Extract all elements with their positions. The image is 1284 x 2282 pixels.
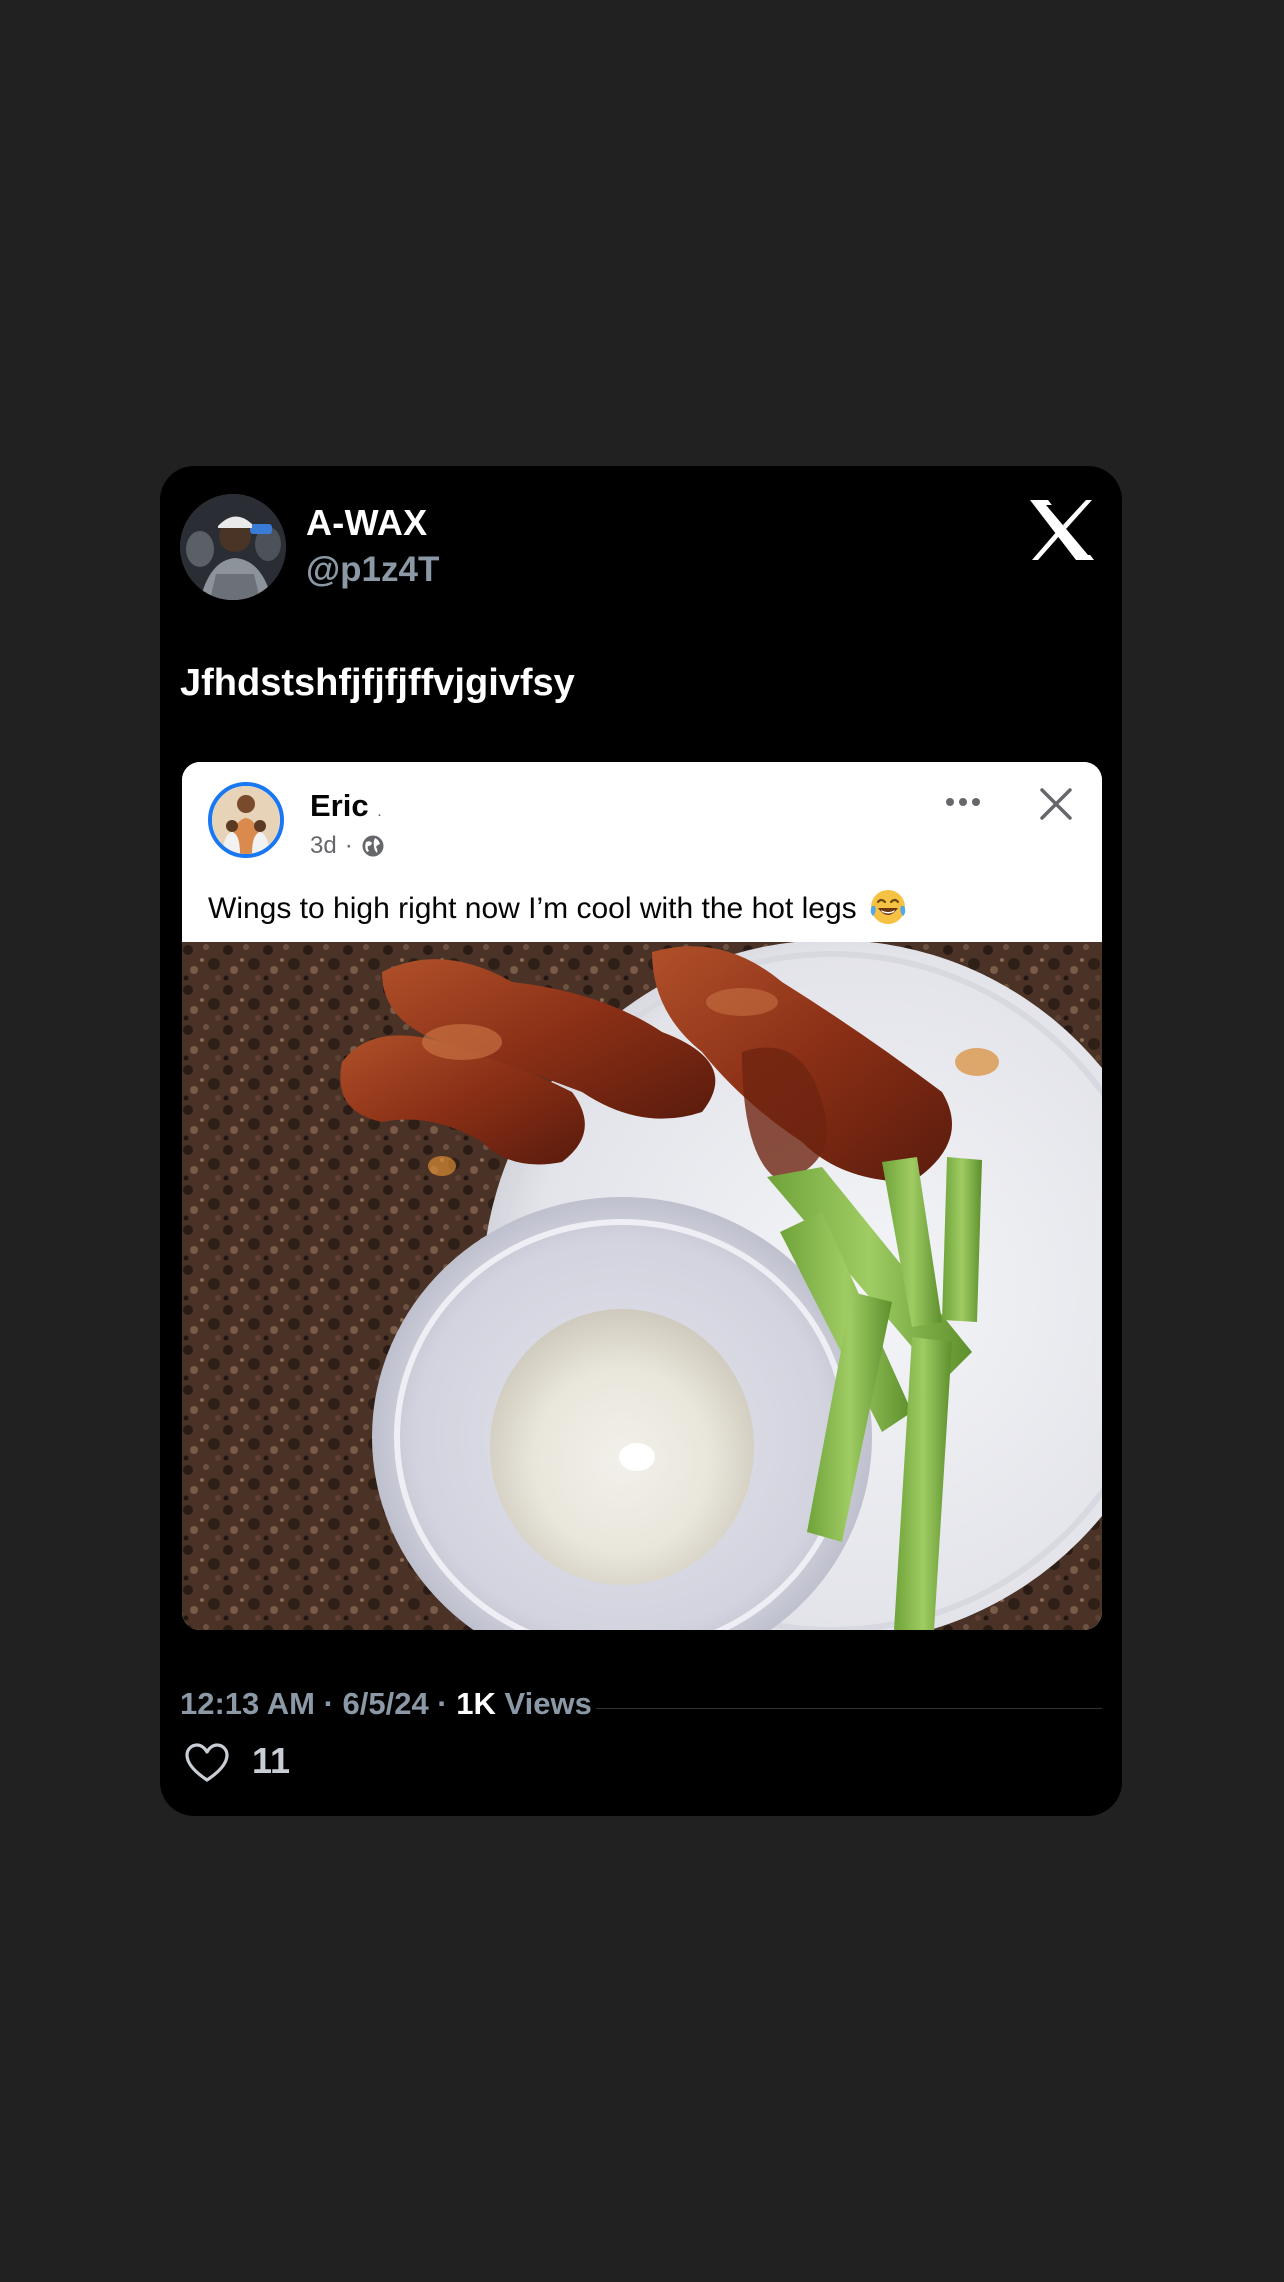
tweet-timestamp: 12:13 AM · 6/5/24 · <box>180 1686 457 1721</box>
views-label: Views <box>495 1686 592 1721</box>
embedded-caption-text: Wings to high right now I’m cool with th… <box>208 892 857 925</box>
views-count: 1K <box>456 1686 496 1721</box>
author-avatar[interactable] <box>180 494 286 600</box>
embedded-post-time: 3d <box>310 832 337 859</box>
heart-icon[interactable] <box>184 1742 230 1784</box>
embedded-post-caption: Wings to high right now I’m cool with th… <box>208 888 907 926</box>
tweet-text: Jfhdstshfjfjfjffvjgivfsy <box>180 662 575 704</box>
like-count[interactable]: 11 <box>252 1740 290 1782</box>
food-photo[interactable] <box>182 942 1102 1630</box>
embedded-author-avatar <box>208 782 284 858</box>
author-handle[interactable]: @p1z4T <box>306 550 439 590</box>
laughing-emoji-icon <box>870 890 906 924</box>
embedded-screenshot[interactable]: Eric . 3d · Wings to high right now I’m … <box>182 762 1102 1630</box>
tweet-card: A-WAX @p1z4T Jfhdstshfjfjfjffvjgivfsy Er… <box>160 466 1122 1816</box>
embedded-post-header: Eric . 3d · Wings to high right now I’m … <box>182 762 1102 942</box>
embedded-author-name: Eric . <box>310 788 382 824</box>
more-icon[interactable] <box>944 792 982 812</box>
embedded-author-name-text: Eric <box>310 788 369 823</box>
x-logo-icon[interactable] <box>1028 498 1096 562</box>
close-icon[interactable] <box>1038 786 1074 822</box>
meta-separator: · <box>344 832 353 859</box>
embedded-post-meta: 3d · <box>310 832 385 860</box>
globe-icon <box>362 835 384 857</box>
tweet-meta: 12:13 AM · 6/5/24 · 1K Views <box>180 1686 596 1722</box>
author-name[interactable]: A-WAX <box>306 502 428 544</box>
embedded-author-suffix: . <box>377 803 382 820</box>
